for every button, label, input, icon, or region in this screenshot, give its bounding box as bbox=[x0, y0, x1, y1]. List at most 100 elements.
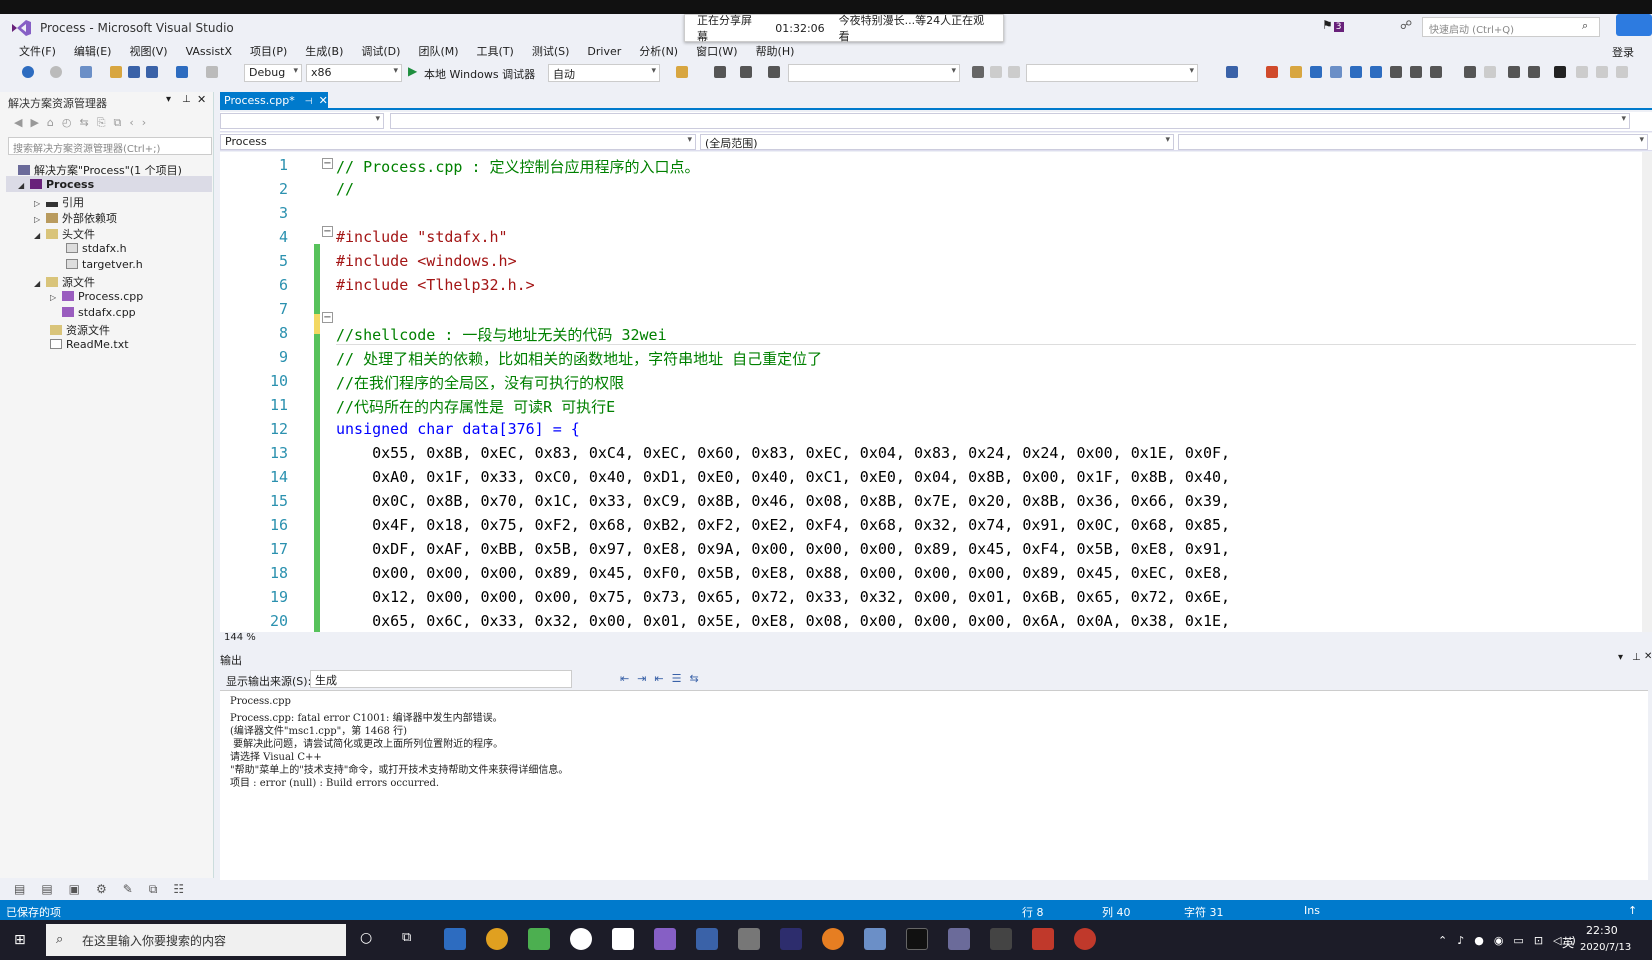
bookmark-folder-icon[interactable] bbox=[1290, 66, 1302, 78]
app-icon[interactable] bbox=[948, 928, 970, 950]
tree-item-header-files[interactable]: ◢ 头文件 bbox=[34, 226, 95, 242]
app-icon[interactable] bbox=[570, 928, 592, 950]
undo-icon[interactable] bbox=[176, 66, 188, 78]
terminal-icon[interactable] bbox=[906, 928, 928, 950]
menu-file[interactable]: 文件(F) bbox=[10, 42, 65, 62]
pencil-icon[interactable] bbox=[990, 66, 1002, 78]
quick-launch-input[interactable]: 快速启动 (Ctrl+Q) bbox=[1422, 17, 1600, 37]
taskbar-time[interactable]: 22:30 bbox=[1586, 924, 1618, 937]
save-all-icon[interactable] bbox=[146, 66, 158, 78]
menu-tools[interactable]: 工具(T) bbox=[468, 42, 523, 62]
tree-item-stdafx-h[interactable]: stdafx.h bbox=[66, 242, 127, 255]
close-output-icon[interactable]: ✕ bbox=[1644, 651, 1652, 662]
output-toolbar[interactable]: ⇤⇥⇤☰⇆ bbox=[620, 672, 707, 685]
prev-bookmark-icon[interactable] bbox=[1576, 66, 1588, 78]
fold-toggle-icon[interactable]: − bbox=[322, 226, 333, 237]
pin-tab-icon[interactable]: ⊣ bbox=[305, 97, 313, 107]
comment-icon[interactable] bbox=[740, 66, 752, 78]
login-link[interactable]: 登录 bbox=[1612, 44, 1634, 60]
app-icon[interactable] bbox=[864, 928, 886, 950]
publish-arrow-icon[interactable]: ↑ bbox=[1628, 904, 1637, 917]
member-dropdown[interactable] bbox=[1178, 134, 1648, 150]
redo-icon[interactable] bbox=[206, 66, 218, 78]
menu-vassistx[interactable]: VAssistX bbox=[177, 42, 241, 62]
find-combo[interactable] bbox=[788, 64, 960, 82]
menu-window[interactable]: 窗口(W) bbox=[687, 42, 746, 62]
wrench-icon[interactable] bbox=[1410, 66, 1422, 78]
menu-driver[interactable]: Driver bbox=[578, 42, 630, 62]
tree-item-resource-files[interactable]: 资源文件 bbox=[50, 322, 110, 338]
notepad-icon[interactable] bbox=[612, 928, 634, 950]
menu-project[interactable]: 项目(P) bbox=[241, 42, 296, 62]
menu-test[interactable]: 测试(S) bbox=[523, 42, 579, 62]
taskbar-search-input[interactable]: 在这里输入你要搜索的内容 bbox=[46, 924, 346, 956]
zoom-level[interactable]: 144 % bbox=[220, 632, 1648, 646]
menu-debug[interactable]: 调试(D) bbox=[352, 42, 409, 62]
ime-indicator[interactable]: 英 bbox=[1562, 934, 1574, 951]
tree-item-external-deps[interactable]: ▷ 外部依赖项 bbox=[34, 210, 117, 226]
tree-item-targetver-h[interactable]: targetver.h bbox=[66, 258, 143, 271]
menu-analyze[interactable]: 分析(N) bbox=[630, 42, 687, 62]
search-app-icon[interactable] bbox=[822, 928, 844, 950]
tree-item-source-files[interactable]: ◢ 源文件 bbox=[34, 274, 95, 290]
tree-item-project[interactable]: ◢ Process bbox=[18, 178, 94, 191]
breakpoint-icon[interactable] bbox=[1266, 66, 1278, 78]
panel-dropdown-icon[interactable]: ▾ bbox=[1618, 652, 1623, 663]
va-context-combo[interactable] bbox=[220, 113, 384, 129]
navigate-icon[interactable] bbox=[1310, 66, 1322, 78]
unindent-icon[interactable] bbox=[1484, 66, 1496, 78]
calculator-icon[interactable] bbox=[738, 928, 760, 950]
close-panel-icon[interactable]: ✕ bbox=[197, 93, 206, 106]
clear-bookmark-icon[interactable] bbox=[1616, 66, 1628, 78]
menu-help[interactable]: 帮助(H) bbox=[747, 42, 804, 62]
find-icon[interactable] bbox=[676, 66, 688, 78]
search-icon[interactable]: ⌕ bbox=[1582, 19, 1588, 33]
menu-team[interactable]: 团队(M) bbox=[409, 42, 467, 62]
format-icon[interactable] bbox=[768, 66, 780, 78]
new-project-icon[interactable] bbox=[80, 66, 92, 78]
pin-icon[interactable]: ⊥ bbox=[182, 94, 191, 105]
arrow-back-icon[interactable] bbox=[1350, 66, 1362, 78]
tool-window-tabs[interactable]: ▤▤▣⚙✎⧉☷ bbox=[14, 882, 200, 897]
back-icon[interactable] bbox=[22, 66, 34, 78]
fold-toggle-icon[interactable]: − bbox=[322, 158, 333, 169]
align-right-icon[interactable] bbox=[1528, 66, 1540, 78]
start-debug-button[interactable]: 本地 Windows 调试器 bbox=[424, 66, 535, 82]
clover-icon[interactable] bbox=[528, 928, 550, 950]
solution-config-dropdown[interactable]: 自动 bbox=[548, 64, 660, 82]
save-icon[interactable] bbox=[128, 66, 140, 78]
refactor-icon[interactable] bbox=[1390, 66, 1402, 78]
windows-start-icon[interactable]: ⊞ bbox=[14, 932, 26, 948]
output-source-dropdown[interactable]: 生成 bbox=[310, 670, 572, 688]
panel-menu-icon[interactable]: ▾ bbox=[166, 94, 171, 105]
code-editor[interactable]: − − − 1 2 3 4 5 6 7 8 9 10 11 12 13 14 1… bbox=[220, 152, 1648, 632]
visual-studio-taskbar-icon[interactable] bbox=[654, 928, 676, 950]
forward-icon[interactable] bbox=[50, 66, 62, 78]
taskbar-date[interactable]: 2020/7/13 bbox=[1580, 942, 1631, 953]
attach-icon[interactable] bbox=[714, 66, 726, 78]
tree-item-process-cpp[interactable]: ▷ Process.cpp bbox=[50, 290, 143, 303]
indent-icon[interactable] bbox=[1464, 66, 1476, 78]
config-dropdown[interactable]: Debug bbox=[244, 64, 302, 82]
editor-vertical-scrollbar[interactable] bbox=[1642, 152, 1652, 632]
hammer-icon[interactable] bbox=[972, 66, 984, 78]
menu-view[interactable]: 视图(V) bbox=[120, 42, 176, 62]
va-definition-combo[interactable] bbox=[390, 113, 1630, 129]
step-icon[interactable] bbox=[1226, 66, 1238, 78]
zoom-icon[interactable] bbox=[1330, 66, 1342, 78]
open-file-icon[interactable] bbox=[110, 66, 122, 78]
run-icon[interactable] bbox=[1008, 66, 1020, 78]
fold-toggle-icon[interactable]: − bbox=[322, 312, 333, 323]
tree-item-stdafx-cpp[interactable]: stdafx.cpp bbox=[62, 306, 136, 319]
outline-icon[interactable] bbox=[1430, 66, 1442, 78]
tree-item-readme[interactable]: ReadMe.txt bbox=[50, 338, 129, 351]
pin-icon[interactable]: ⊥ bbox=[1632, 652, 1641, 663]
app-icon[interactable] bbox=[780, 928, 802, 950]
feedback-icon[interactable]: ☍ bbox=[1400, 18, 1412, 32]
app-icon[interactable] bbox=[990, 928, 1012, 950]
app-icon[interactable] bbox=[696, 928, 718, 950]
cortana-icon[interactable]: ○ bbox=[360, 930, 372, 946]
menu-edit[interactable]: 编辑(E) bbox=[65, 42, 121, 62]
app-icon[interactable] bbox=[1074, 928, 1096, 950]
platform-dropdown[interactable]: x86 bbox=[306, 64, 402, 82]
